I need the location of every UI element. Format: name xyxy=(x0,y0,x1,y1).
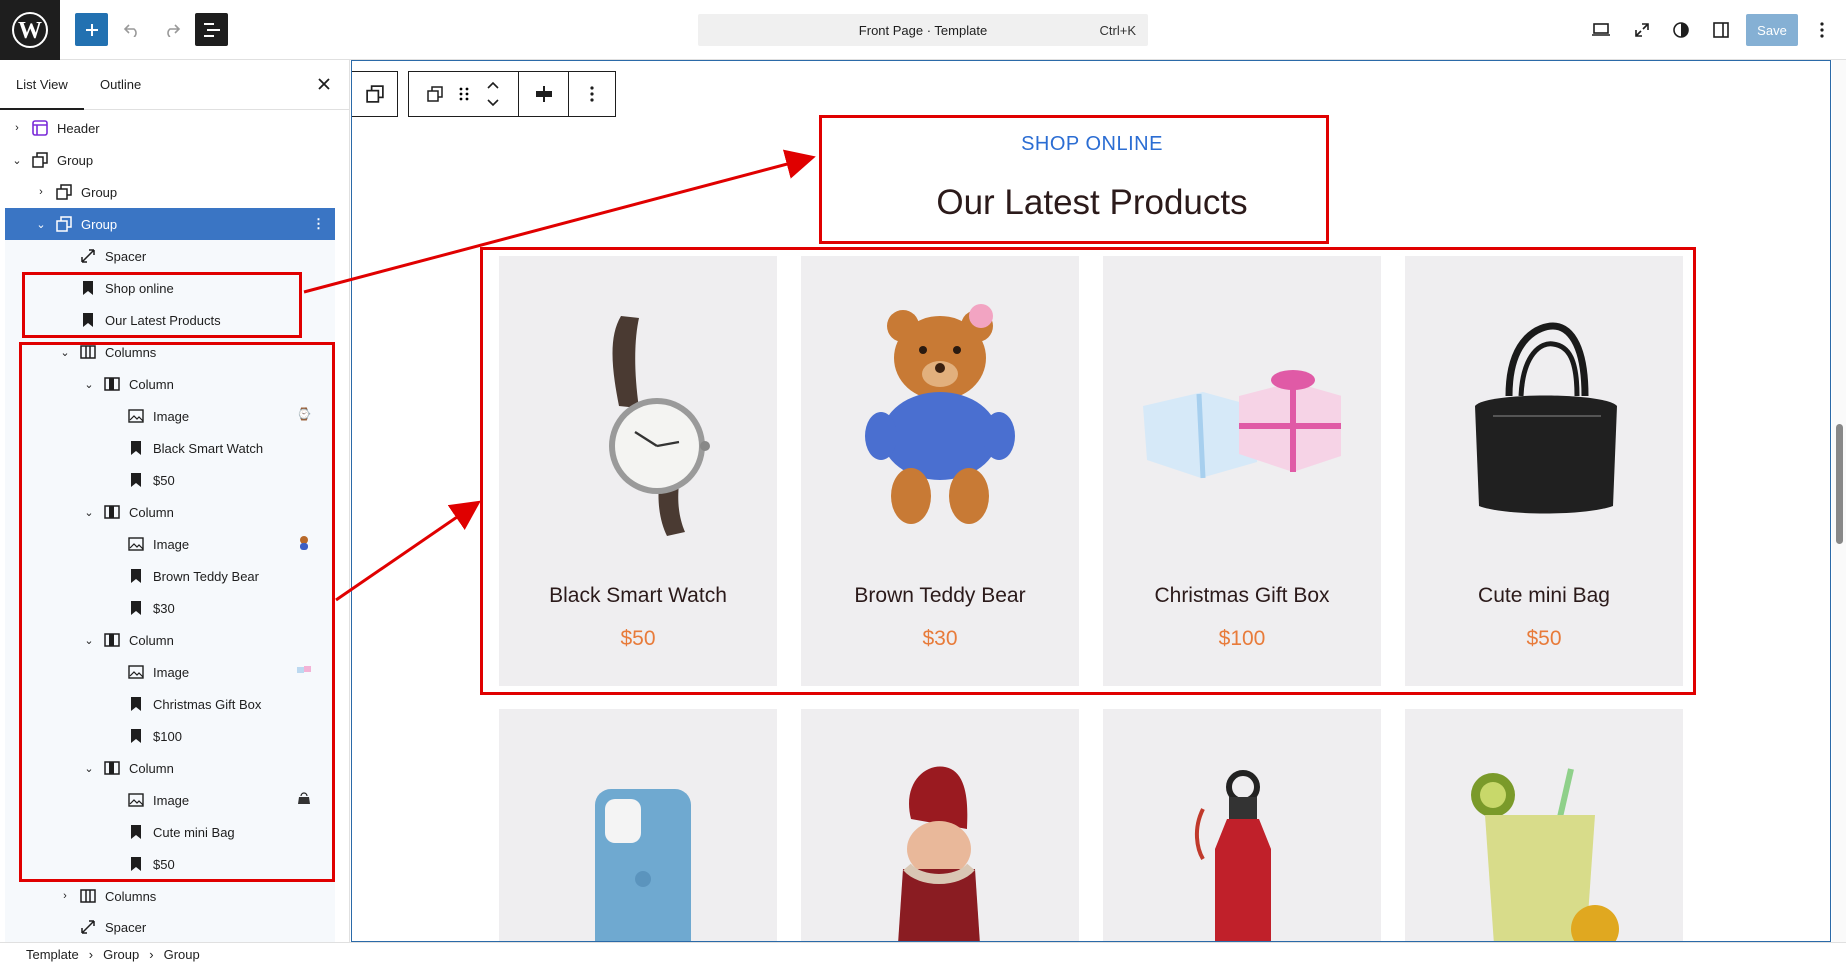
list-item-label: Header xyxy=(57,120,100,136)
annotation-box-heading xyxy=(819,115,1329,244)
smoothie-image[interactable] xyxy=(1445,759,1643,942)
breadcrumb-item[interactable]: Template xyxy=(26,947,79,962)
add-block-button[interactable] xyxy=(75,13,108,46)
template-title: Front Page · Template xyxy=(858,22,988,38)
more-vertical-icon xyxy=(1820,22,1824,38)
save-button[interactable]: Save xyxy=(1746,14,1798,46)
list-item-label: Group xyxy=(81,184,118,200)
view-template-button[interactable] xyxy=(1626,14,1658,46)
block-breadcrumb: Template › Group › Group xyxy=(0,942,1846,966)
editor-top-bar: W Front Page · Template Ctrl+K Save xyxy=(0,0,1846,60)
justify-center-icon xyxy=(535,86,552,102)
product-card[interactable] xyxy=(1103,709,1381,942)
list-item[interactable]: Spacer xyxy=(5,240,335,272)
chevron-right-icon[interactable]: › xyxy=(57,890,73,902)
contrast-icon xyxy=(1673,22,1689,38)
block-mover-group xyxy=(409,72,519,116)
command-palette-bar[interactable]: Front Page · Template Ctrl+K xyxy=(698,14,1148,46)
chevron-down-icon[interactable]: ⌄ xyxy=(9,154,25,167)
list-item[interactable]: › Columns xyxy=(5,880,335,912)
spacer-icon xyxy=(79,248,97,264)
list-view-icon xyxy=(203,22,220,37)
annotation-box-products xyxy=(480,247,1696,695)
phone-case-image[interactable] xyxy=(539,769,737,942)
drag-handle-icon[interactable] xyxy=(459,86,469,102)
options-menu-button[interactable] xyxy=(1812,14,1832,46)
styles-button[interactable] xyxy=(1665,14,1697,46)
list-item[interactable]: › Header xyxy=(5,112,335,144)
list-item-label: Group xyxy=(57,152,94,168)
undo-icon xyxy=(123,23,137,37)
water-bottle-image[interactable] xyxy=(1143,769,1341,942)
justify-button[interactable] xyxy=(519,72,569,116)
chevron-right-icon[interactable]: › xyxy=(33,186,49,198)
template-part-icon xyxy=(31,120,49,136)
list-item[interactable]: › Group xyxy=(5,176,335,208)
list-item-label: Spacer xyxy=(105,248,147,264)
group-icon xyxy=(365,85,384,103)
svg-text:W: W xyxy=(18,18,42,44)
breadcrumb-separator-icon: › xyxy=(88,947,94,962)
spacer-icon xyxy=(79,919,97,935)
group-icon xyxy=(31,152,49,168)
editor-canvas[interactable]: SHOP ONLINE Our Latest Products Black Sm… xyxy=(351,60,1831,942)
more-vertical-icon[interactable]: ⋮ xyxy=(312,216,325,232)
close-sidebar-button[interactable] xyxy=(318,74,330,95)
group-block-icon[interactable] xyxy=(427,86,443,102)
group-icon xyxy=(55,184,73,200)
external-view-icon xyxy=(1635,23,1649,37)
block-toolbar xyxy=(408,71,616,117)
chevron-right-icon[interactable]: › xyxy=(9,122,25,134)
settings-sidebar-button[interactable] xyxy=(1705,14,1737,46)
block-options-button[interactable] xyxy=(569,72,615,116)
list-item[interactable]: ⌄ Group xyxy=(5,144,335,176)
wordpress-icon: W xyxy=(12,12,48,48)
list-item[interactable]: Spacer xyxy=(5,912,335,942)
list-item-label: Spacer xyxy=(105,919,147,935)
move-up-down-icon[interactable] xyxy=(486,80,500,108)
annotation-box-sidebar-headings xyxy=(22,272,302,338)
list-item-selected[interactable]: ⌄ Group ⋮ xyxy=(5,208,335,240)
undo-button[interactable] xyxy=(115,13,148,46)
columns-icon xyxy=(79,888,97,904)
wordpress-logo-button[interactable]: W xyxy=(0,0,60,60)
breadcrumb-item[interactable]: Group xyxy=(103,947,139,962)
breadcrumb-separator-icon: › xyxy=(149,947,154,962)
device-preview-button[interactable] xyxy=(1585,14,1617,46)
redo-icon xyxy=(166,23,180,37)
plus-icon xyxy=(85,23,98,36)
canvas-scrollbar[interactable] xyxy=(1832,60,1846,942)
tab-list-view[interactable]: List View xyxy=(0,60,84,110)
document-overview-button[interactable] xyxy=(195,13,228,46)
sidebar-icon xyxy=(1713,22,1729,38)
chevron-down-icon[interactable]: ⌄ xyxy=(33,218,49,231)
list-item-label: Columns xyxy=(105,888,157,904)
annotation-box-sidebar-columns xyxy=(19,342,335,882)
redo-button[interactable] xyxy=(155,13,188,46)
tab-outline[interactable]: Outline xyxy=(84,60,157,110)
list-item-label: Group xyxy=(81,216,118,232)
laptop-icon xyxy=(1592,23,1610,36)
close-icon xyxy=(318,78,330,90)
breadcrumb-item[interactable]: Group xyxy=(164,947,200,962)
group-icon xyxy=(55,216,73,232)
product-card[interactable] xyxy=(801,709,1079,942)
product-card[interactable] xyxy=(499,709,777,942)
more-vertical-icon xyxy=(590,86,594,102)
keyboard-shortcut: Ctrl+K xyxy=(1099,22,1136,38)
select-parent-block-button[interactable] xyxy=(352,71,398,117)
scrollbar-thumb[interactable] xyxy=(1836,424,1843,544)
gnome-figurine-image[interactable] xyxy=(841,759,1039,942)
product-card[interactable] xyxy=(1405,709,1683,942)
sidebar-tabs: List View Outline xyxy=(0,60,349,110)
